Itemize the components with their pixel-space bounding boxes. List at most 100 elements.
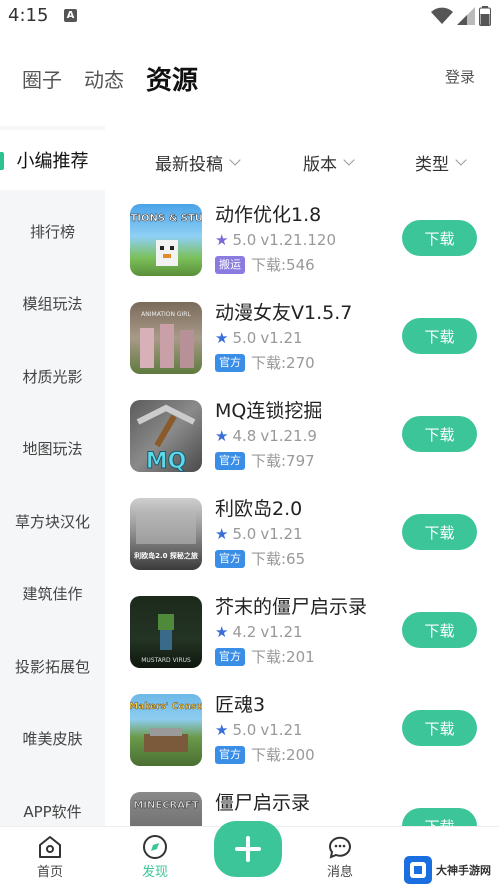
star-icon: ★ [215,525,229,543]
status-bar: 4:15 A [0,0,499,34]
top-header: 圈子 动态 资源 登录 [0,50,499,106]
nav-messages-label: 消息 [326,865,353,880]
resource-title: 芥末的僵尸启示录 [215,596,368,618]
resource-rating: 4.8 [232,427,257,445]
list-item[interactable]: MINECRAFT 僵尸启示录 下载 [105,786,499,826]
resource-meta: ★ 5.0 v1.21 [215,525,303,543]
source-badge: 官方 [215,353,245,372]
download-button[interactable]: 下载 [402,318,477,354]
sidebar-item-maps[interactable]: 地图玩法 [0,418,105,478]
bottom-nav: 首页 发现 消息 大神手游网 [0,821,499,890]
sidebar-item-apps[interactable]: APP软件 [0,781,105,826]
resource-downloads: 下载:201 [251,648,315,666]
resource-thumbnail: ANIMATION GIRL [130,302,202,374]
download-button[interactable]: 下载 [402,612,477,648]
list-item[interactable]: Makers' Consu 匠魂3 ★ 5.0 v1.21 官方 下载:200 … [105,688,499,786]
nav-home[interactable]: 首页 [20,833,80,880]
sidebar-item-mods[interactable]: 模组玩法 [0,273,105,333]
filter-version-label: 版本 [303,155,337,175]
resource-tags: 官方 下载:201 [215,646,315,667]
resource-version: v1.21 [260,525,303,543]
download-button[interactable]: 下载 [402,416,477,452]
filter-type-label: 类型 [415,155,449,175]
publish-plus-button[interactable] [214,821,282,877]
filter-type[interactable]: 类型 [415,150,467,175]
download-button[interactable]: 下载 [402,808,477,826]
resource-thumbnail: MQ [130,400,202,472]
filter-bar: 最新投稿 版本 类型 [105,150,499,180]
tab-dynamics[interactable]: 动态 [84,64,124,93]
compass-icon [141,833,169,861]
nav-home-label: 首页 [36,865,63,880]
thumbnail-art: MINECRAFT [133,800,199,812]
resource-title: MQ连锁挖掘 [215,400,323,422]
tab-resources[interactable]: 资源 [146,60,198,97]
resource-thumbnail: ACTIONS & STUFF [130,204,202,276]
thumbnail-art: ANIMATION GIRL [140,311,194,368]
resource-version: v1.21 [260,623,303,641]
download-button[interactable]: 下载 [402,710,477,746]
list-item[interactable]: MUSTARD VIRUS 芥末的僵尸启示录 ★ 4.2 v1.21 官方 下载… [105,590,499,688]
filter-latest[interactable]: 最新投稿 [155,150,241,175]
sidebar-item-builds[interactable]: 建筑佳作 [0,563,105,623]
list-item[interactable]: ACTIONS & STUFF 动作优化1.8 ★ 5.0 v1.21.120 … [105,198,499,296]
sidebar-item-projection-packs[interactable]: 投影拓展包 [0,636,105,696]
status-icons [431,6,491,26]
thumb-text: MQ [146,449,187,472]
source-badge: 官方 [215,647,245,666]
star-icon: ★ [215,231,229,249]
a-notification-icon: A [64,9,77,22]
filter-version[interactable]: 版本 [303,150,355,175]
sidebar-item-ranking[interactable]: 排行榜 [0,201,105,261]
status-time: 4:15 [8,5,49,26]
download-button[interactable]: 下载 [402,220,477,256]
resource-downloads: 下载:65 [251,550,306,568]
resource-rating: 5.0 [232,721,257,739]
sidebar-item-textures-shaders[interactable]: 材质光影 [0,346,105,406]
sidebar-item-editor-picks[interactable]: 小编推荐 [0,130,105,190]
download-button[interactable]: 下载 [402,514,477,550]
resource-tags: 官方 下载:65 [215,548,305,569]
resource-meta: ★ 4.2 v1.21 [215,623,303,641]
resource-rating: 5.0 [232,525,257,543]
sidebar-item-localization[interactable]: 草方块汉化 [0,491,105,551]
login-button[interactable]: 登录 [445,66,475,87]
resource-title: 动作优化1.8 [215,204,322,226]
resource-downloads: 下载:200 [251,746,315,764]
resource-rating: 5.0 [232,329,257,347]
resource-meta: ★ 5.0 v1.21.120 [215,231,336,249]
resource-rating: 4.2 [232,623,257,641]
resource-thumbnail: 利欧岛2.0 探秘之旅 [130,498,202,570]
signal-icon [457,7,475,25]
resource-title: 匠魂3 [215,694,266,716]
sidebar-item-skins[interactable]: 唯美皮肤 [0,708,105,768]
resource-thumbnail: Makers' Consu [130,694,202,766]
resource-thumbnail: MINECRAFT [130,792,202,826]
source-badge: 搬运 [215,255,245,274]
nav-discover[interactable]: 发现 [125,833,185,880]
list-item[interactable]: 利欧岛2.0 探秘之旅 利欧岛2.0 ★ 5.0 v1.21 官方 下载:65 … [105,492,499,590]
thumbnail-art: Makers' Consu [130,702,202,752]
resource-version: v1.21 [260,329,303,347]
resource-downloads: 下载:797 [251,452,315,470]
plus-icon [235,836,261,862]
thumb-text: MINECRAFT [133,800,198,811]
thumb-text: ANIMATION GIRL [141,311,191,318]
resource-title: 动漫女友V1.5.7 [215,302,353,324]
nav-messages[interactable]: 消息 [310,833,370,880]
thumbnail-art: ACTIONS & STUFF [130,213,202,266]
resource-thumbnail: MUSTARD VIRUS [130,596,202,668]
list-item[interactable]: MQ MQ连锁挖掘 ★ 4.8 v1.21.9 官方 下载:797 下载 [105,394,499,492]
tab-circle[interactable]: 圈子 [22,64,62,93]
list-item[interactable]: ANIMATION GIRL 动漫女友V1.5.7 ★ 5.0 v1.21 官方… [105,296,499,394]
resource-title: 僵尸启示录 [215,792,311,814]
resource-panel: 最新投稿 版本 类型 ACTIONS & STUFF 动作优化1.8 [105,126,499,826]
resource-downloads: 下载:270 [251,354,315,372]
nav-discover-label: 发现 [141,865,168,880]
source-badge: 官方 [215,451,245,470]
thumbnail-art: 利欧岛2.0 探秘之旅 [134,510,198,560]
star-icon: ★ [215,329,229,347]
resource-version: v1.21.120 [260,231,336,249]
wifi-icon [431,7,453,24]
chevron-down-icon [343,154,355,166]
